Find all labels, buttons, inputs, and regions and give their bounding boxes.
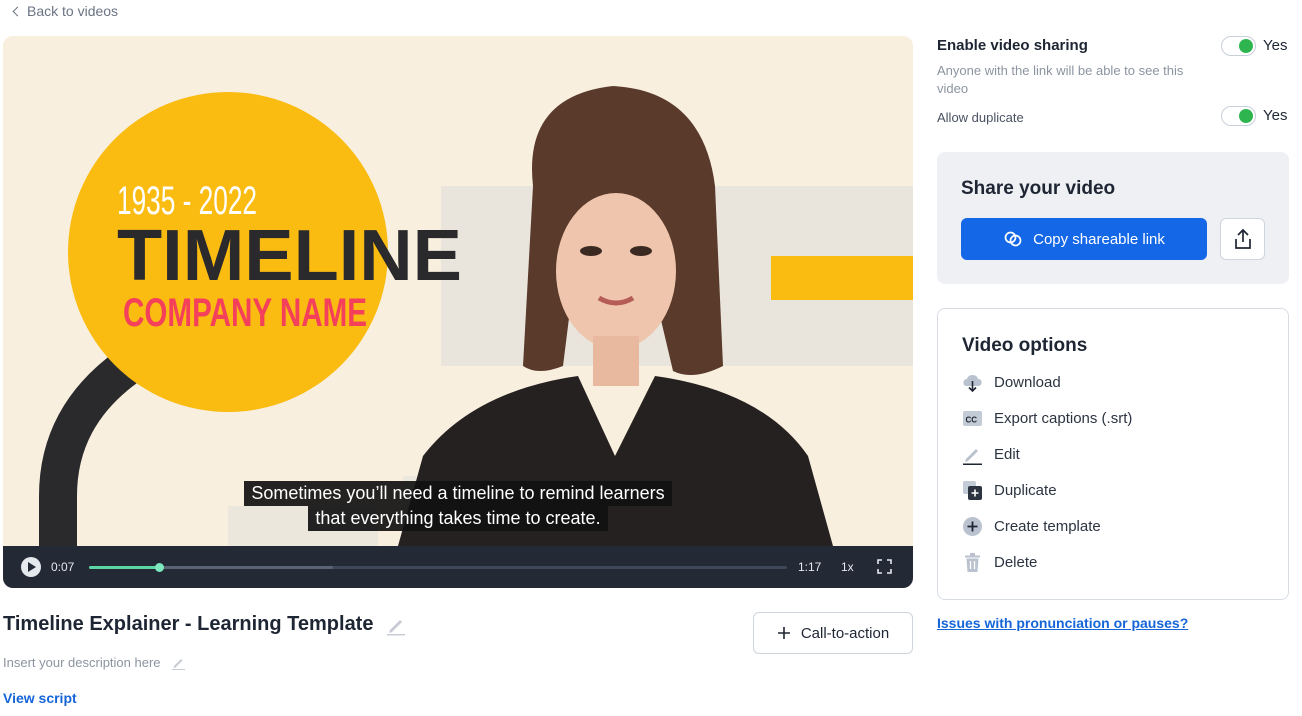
share-export-button[interactable]: [1220, 218, 1265, 260]
scene-heading: TIMELINE: [117, 216, 462, 296]
svg-text:CC: CC: [966, 416, 978, 425]
duplicate-icon: [962, 480, 983, 501]
caption-line-2: that everything takes time to create.: [308, 506, 608, 531]
chevron-left-icon: [12, 6, 23, 17]
fullscreen-icon[interactable]: [877, 559, 892, 574]
copy-shareable-link-button[interactable]: Copy shareable link: [961, 218, 1207, 260]
link-icon: [1004, 231, 1022, 247]
caption-line-1: Sometimes you’ll need a timeline to remi…: [244, 481, 672, 506]
video-title: Timeline Explainer - Learning Template: [3, 613, 374, 635]
enable-sharing-toggle[interactable]: [1221, 36, 1256, 56]
video-title-row: Timeline Explainer - Learning Template: [3, 613, 407, 636]
plus-circle-icon: [962, 516, 983, 537]
scene-company-name: COMPANY NAME: [123, 291, 367, 335]
share-upload-icon: [1234, 228, 1251, 249]
current-time: 0:07: [51, 560, 75, 574]
captions-icon: CC: [962, 408, 983, 429]
copy-link-label: Copy shareable link: [1033, 230, 1165, 248]
play-button[interactable]: [21, 557, 41, 577]
allow-duplicate-label: Allow duplicate: [937, 110, 1024, 125]
video-controls: 0:07 1:17 1x: [3, 546, 913, 588]
description-row[interactable]: Insert your description here: [3, 655, 186, 670]
option-label: Edit: [994, 446, 1020, 463]
option-export-captions[interactable]: CC Export captions (.srt): [962, 408, 1132, 429]
pronunciation-issues-link[interactable]: Issues with pronunciation or pauses?: [937, 615, 1188, 631]
edit-title-pencil-icon[interactable]: [385, 614, 407, 636]
allow-duplicate-toggle[interactable]: [1221, 106, 1256, 126]
total-time: 1:17: [798, 560, 822, 574]
cloud-download-icon: [962, 372, 983, 393]
video-player[interactable]: 1935 - 2022 TIMELINE COMPANY NAME Someti…: [3, 36, 913, 588]
playback-speed-button[interactable]: 1x: [841, 560, 854, 574]
option-label: Export captions (.srt): [994, 410, 1133, 427]
pencil-icon: [962, 444, 983, 465]
option-label: Create template: [994, 518, 1101, 535]
video-captions: Sometimes you’ll need a timeline to remi…: [3, 481, 913, 531]
enable-sharing-value: Yes: [1263, 37, 1288, 54]
video-options-card: Video options Download CC Export caption…: [937, 308, 1289, 600]
allow-duplicate-value: Yes: [1263, 107, 1288, 124]
back-to-videos-link[interactable]: Back to videos: [12, 3, 119, 19]
enable-sharing-label: Enable video sharing: [937, 37, 1088, 54]
option-create-template[interactable]: Create template: [962, 516, 1101, 537]
share-video-card: Share your video Copy shareable link: [937, 152, 1289, 284]
progress-handle[interactable]: [154, 563, 164, 572]
enable-sharing-description: Anyone with the link will be able to see…: [937, 63, 1184, 96]
trash-icon: [962, 552, 983, 573]
option-download[interactable]: Download: [962, 372, 1061, 393]
option-edit[interactable]: Edit: [962, 444, 1020, 465]
edit-description-pencil-icon[interactable]: [171, 655, 186, 670]
option-duplicate[interactable]: Duplicate: [962, 480, 1057, 501]
progress-fill: [89, 566, 159, 569]
option-label: Delete: [994, 554, 1038, 571]
description-placeholder: Insert your description here: [3, 655, 161, 670]
video-frame: 1935 - 2022 TIMELINE COMPANY NAME: [3, 36, 913, 546]
option-label: Duplicate: [994, 482, 1057, 499]
cta-label: Call-to-action: [800, 624, 890, 642]
option-label: Download: [994, 374, 1061, 391]
share-card-title: Share your video: [961, 178, 1116, 199]
option-delete[interactable]: Delete: [962, 552, 1037, 573]
call-to-action-button[interactable]: Call-to-action: [753, 612, 913, 654]
back-label: Back to videos: [27, 3, 119, 19]
plus-icon: [777, 627, 790, 639]
progress-track[interactable]: [89, 563, 787, 572]
video-options-title: Video options: [962, 335, 1088, 356]
view-script-link[interactable]: View script: [3, 690, 77, 706]
